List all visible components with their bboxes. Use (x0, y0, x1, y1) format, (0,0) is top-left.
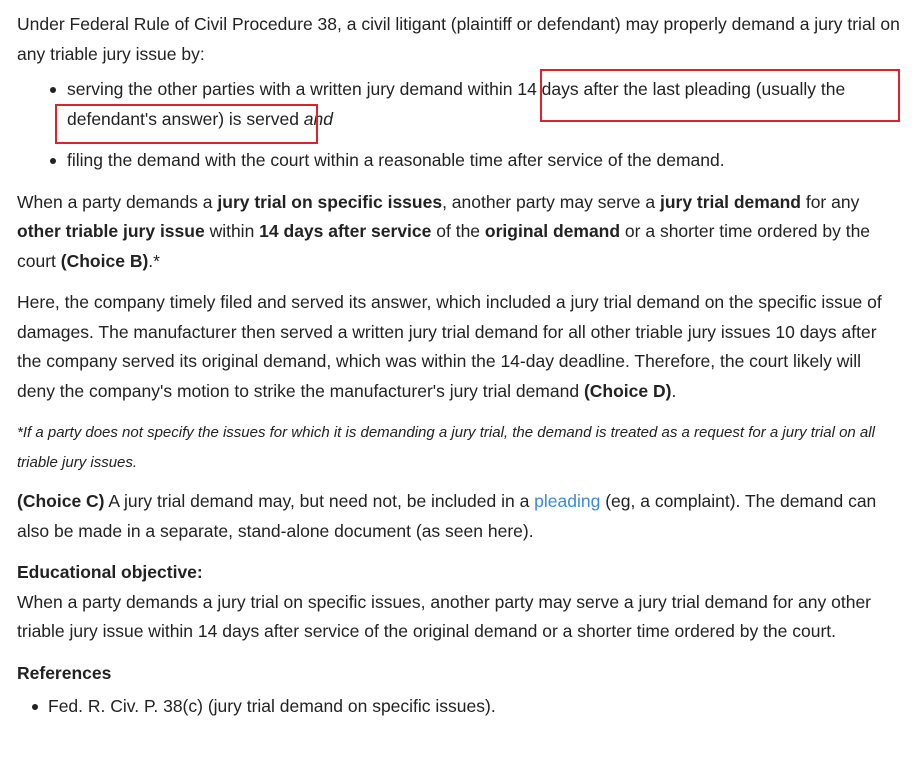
demand-methods-list: serving the other parties with a written… (47, 75, 902, 176)
list-item: filing the demand with the court within … (47, 146, 902, 176)
list-item: Fed. R. Civ. P. 38(c) (jury trial demand… (29, 692, 902, 722)
footnote: *If a party does not specify the issues … (17, 424, 875, 471)
list-item: serving the other parties with a written… (47, 75, 902, 134)
choice-label: (Choice B) (60, 250, 149, 271)
bullet-conjunction: and (303, 108, 333, 129)
bold-term: jury trial demand (659, 191, 801, 212)
text-run: . (671, 380, 677, 401)
choice-c-paragraph: (Choice C) A jury trial demand may, but … (17, 487, 902, 546)
choice-label: (Choice C) (17, 491, 105, 511)
bold-term: other triable jury issue (17, 221, 205, 241)
bold-term: jury trial on specific issues (217, 191, 443, 212)
text-run: within (204, 221, 260, 241)
application-paragraph: Here, the company timely filed and serve… (17, 288, 902, 406)
text-run: .* (148, 250, 160, 271)
rule-paragraph: When a party demands a jury trial on spe… (17, 188, 902, 277)
bullet-text: filing the demand with the court within … (67, 150, 725, 170)
text-run: for any (800, 191, 860, 212)
text-run: , another party may serve a (442, 191, 660, 212)
bold-term: original demand (484, 221, 621, 241)
explanation-content: Under Federal Rule of Civil Procedure 38… (17, 10, 902, 722)
text-run: A jury trial demand may, but need not, b… (104, 491, 535, 511)
objective-title: Educational objective: (17, 562, 203, 582)
text-run: of the (431, 221, 485, 241)
pleading-link[interactable]: pleading (534, 491, 600, 511)
bullet-text: serving the other parties with a written… (67, 79, 846, 129)
bold-term: 14 days after service (259, 221, 432, 241)
text-run: When a party demands a (17, 191, 218, 212)
references-list: Fed. R. Civ. P. 38(c) (jury trial demand… (29, 692, 902, 722)
references-title: References (17, 662, 112, 683)
intro-paragraph: Under Federal Rule of Civil Procedure 38… (17, 14, 900, 64)
objective-text: When a party demands a jury trial on spe… (17, 591, 872, 642)
text-run: Here, the company timely filed and serve… (17, 292, 882, 401)
choice-label: (Choice D) (583, 380, 672, 401)
